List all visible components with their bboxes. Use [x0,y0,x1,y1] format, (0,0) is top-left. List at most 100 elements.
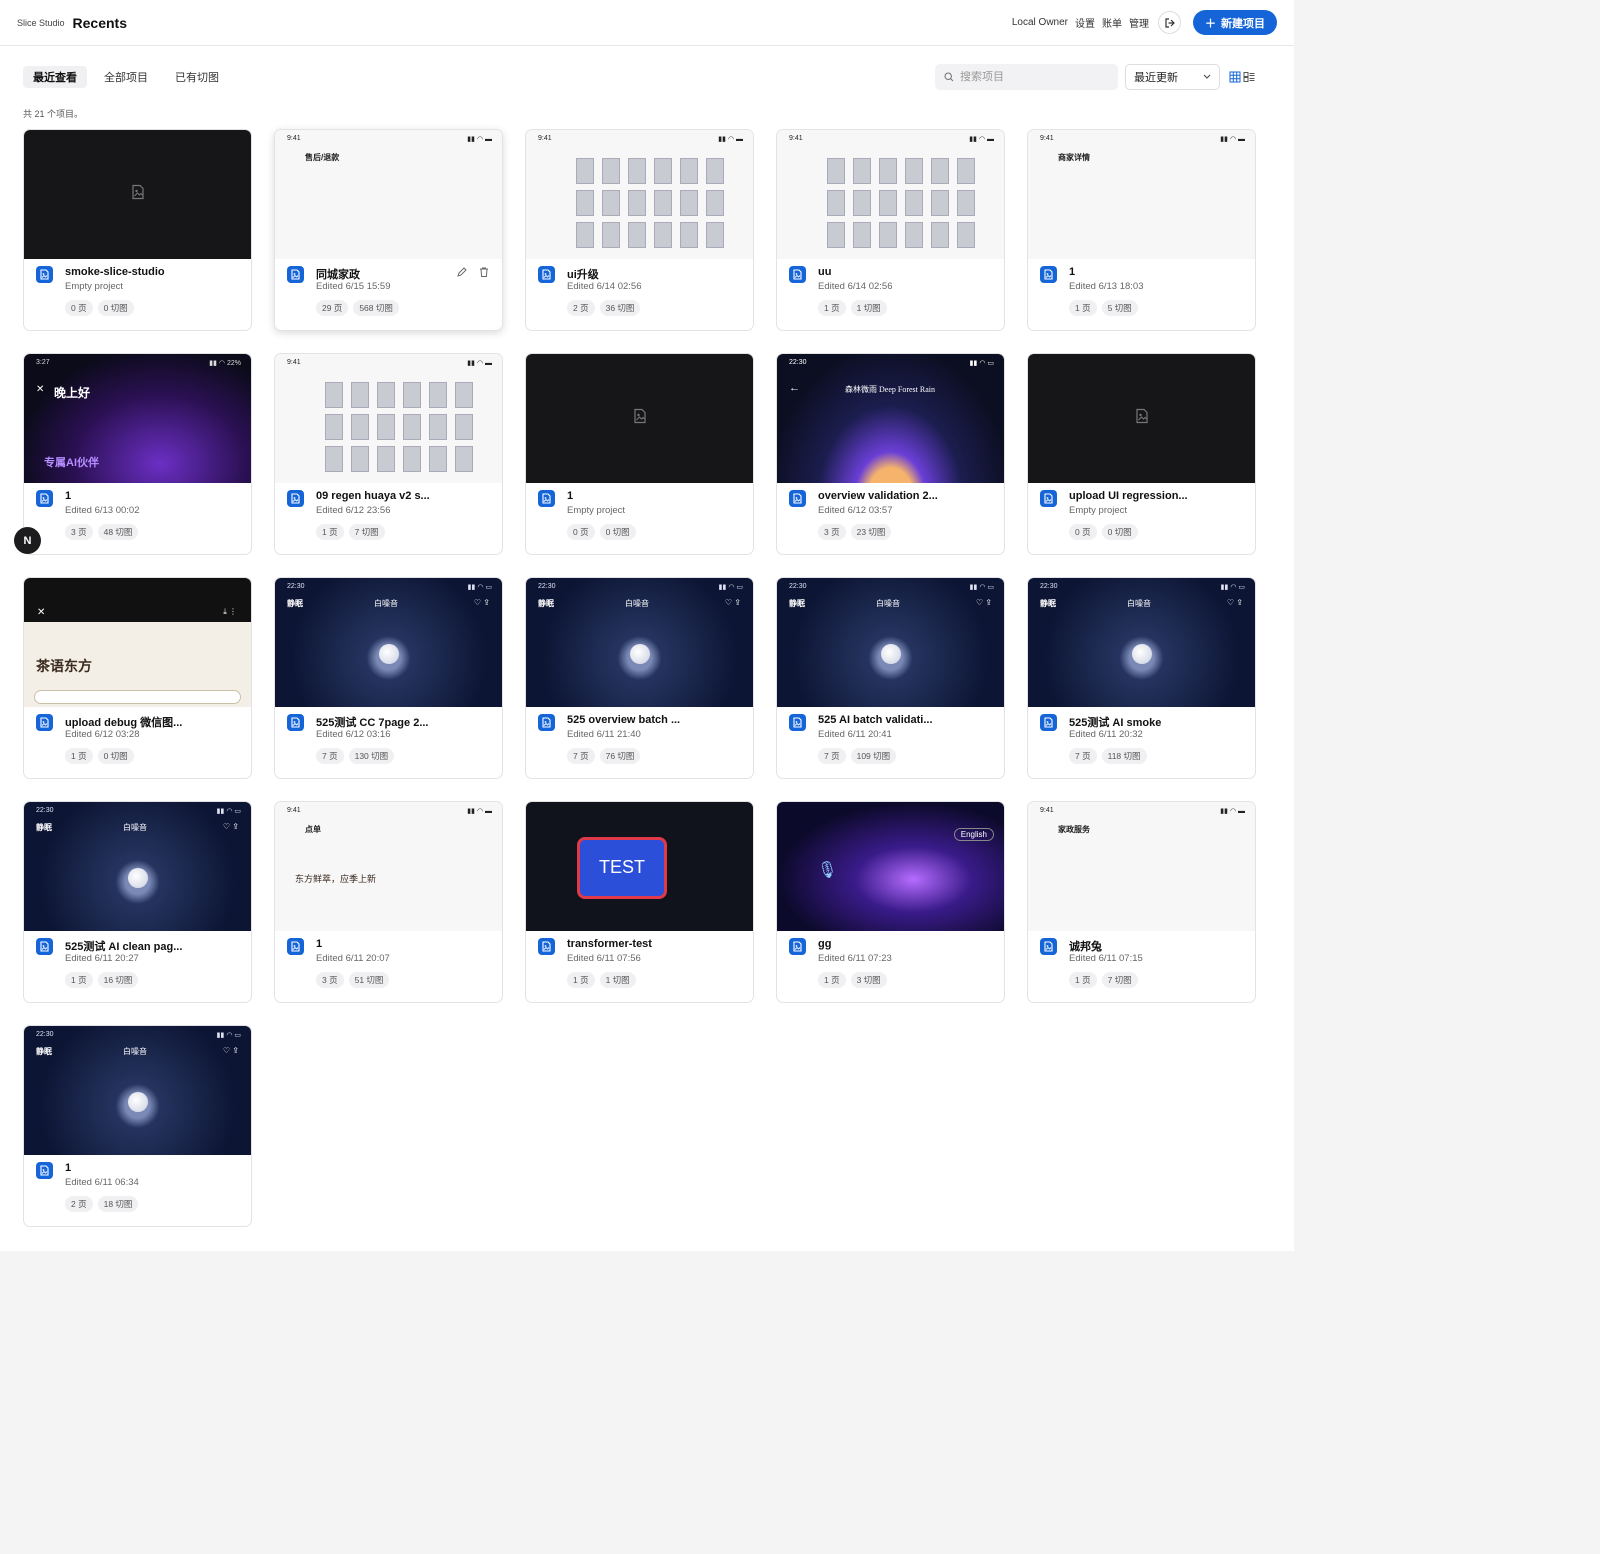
project-file-icon [789,714,806,731]
thumb-tile [853,222,871,248]
project-card[interactable]: English 🎙 gg Edited 6/11 07:23 1 页3 切图 [776,801,1005,1003]
image-placeholder-icon [632,408,648,429]
list-view-icon[interactable] [1243,71,1255,83]
heart-icon: ♡ ⇪ [1226,598,1243,607]
tab-recent[interactable]: 最近查看 [23,66,87,88]
page-count-badge: 29 页 [316,300,349,316]
user-name[interactable]: Local Owner [1012,17,1068,28]
thumbnail: 9:41 ▮▮ ◠ ▬ [275,354,502,483]
view-toggle [1227,64,1257,90]
project-card[interactable]: 9:41 ▮▮ ◠ ▬ 家政服务 诚邦兔 Edited 6/11 07:15 1 页7 切… [1027,801,1256,1003]
trash-icon[interactable] [478,266,490,278]
thumb-tile [654,222,672,248]
thumb-tile [827,222,845,248]
project-name: smoke-slice-studio [65,266,165,278]
thumb-tile [706,222,724,248]
thumbnail: 9:41 ▮▮ ◠ ▬ 商家详情 [1028,130,1255,259]
slice-count-badge: 36 切图 [599,300,641,316]
project-name: upload UI regression... [1069,490,1188,502]
thumb-tile [628,190,646,216]
floating-n-button[interactable]: N [14,527,41,554]
project-stats: 0 页0 切图 [65,300,134,316]
slice-count-badge: 5 切图 [1101,300,1138,316]
thumbnail: 9:41 ▮▮ ◠ ▬ [526,130,753,259]
top-bar: Slice Studio Recents Local Owner 设置 账单 管… [0,0,1294,46]
project-card[interactable]: 1 Empty project 0 页0 切图 [525,353,754,555]
settings-link[interactable]: 设置 [1075,15,1095,30]
page-count-badge: 2 页 [65,1196,93,1212]
thumb-tile [351,382,369,408]
moon-graphic [128,1092,148,1112]
status-time: 9:41 [538,135,552,142]
thumbnail-empty [526,354,753,483]
tab-has-slices[interactable]: 已有切图 [165,66,229,88]
thumb-tile [576,158,594,184]
project-edited: Edited 6/11 06:34 [65,1177,139,1188]
project-stats: 7 页 130 切图 [316,748,395,764]
grid-view-icon[interactable] [1229,71,1241,83]
search-box[interactable] [935,64,1118,90]
admin-link[interactable]: 管理 [1129,15,1149,30]
slice-count-badge: 130 切图 [348,748,395,764]
slice-count-badge: 18 切图 [97,1196,139,1212]
project-name: 1 [65,1162,72,1174]
project-card[interactable]: 22:30 ▮▮ ◠ ▭ 静眠 白噪音 ♡ ⇪ 525 AI batch validati… [776,577,1005,779]
project-card[interactable]: smoke-slice-studio Empty project 0 页0 切图 [23,129,252,331]
project-card[interactable]: 9:41 ▮▮ ◠ ▬ ui升级 Edited 6/14 02:56 2 页 36 切图 [525,129,754,331]
heart-icon: ♡ ⇪ [222,822,239,831]
thumb-tile [576,190,594,216]
thumb-tile [680,158,698,184]
project-stats: 1 页5 切图 [1069,300,1138,316]
download-icon: ⤓ ⋮ [223,607,237,616]
moon-label: 静眠 [1040,599,1056,608]
project-stats: 7 页 76 切图 [567,748,641,764]
status-icons: ▮▮ ◠ ▭ [1220,584,1245,591]
page-count-badge: 0 页 [65,300,93,316]
thumb-tile [403,446,421,472]
thumb-title: 茶语东方 [36,659,92,675]
thumbnail: 22:30 ▮▮ ◠ ▭ ← 森林微雨 Deep Forest Rain [777,354,1004,483]
project-card[interactable]: 9:41 ▮▮ ◠ ▬ uu Edited 6/14 02:56 1 页1 切图 [776,129,1005,331]
sort-select[interactable]: 最近更新 [1125,64,1220,90]
project-card[interactable]: 9:41 ▮▮ ◠ ▬ 商家详情 1 Edited 6/13 18:03 1 页5 切图 [1027,129,1256,331]
thumb-tile [905,222,923,248]
project-edited: Edited 6/12 23:56 [316,505,391,516]
project-card[interactable]: 22:30 ▮▮ ◠ ▭ 静眠 白噪音 ♡ ⇪ 525测试 CC 7page 2... Ed… [274,577,503,779]
project-card[interactable]: 22:30 ▮▮ ◠ ▭ 静眠 白噪音 ♡ ⇪ 1 Edited 6/11 06:34 2 页… [23,1025,252,1227]
project-stats: 2 页 36 切图 [567,300,641,316]
tab-all-projects[interactable]: 全部项目 [94,66,158,88]
edit-icon[interactable] [456,266,468,278]
project-edited: Edited 6/11 07:56 [567,953,641,964]
thumb-title: 售后/退款 [305,153,340,162]
project-edited: Edited 6/14 02:56 [567,281,642,292]
project-file-icon [36,714,53,731]
project-card[interactable]: 9:41 ▮▮ ◠ ▬ 09 regen huaya v2 s... Edited 6… [274,353,503,555]
status-icons: ▮▮ ◠ ▭ [969,360,994,367]
project-card[interactable]: 22:30 ▮▮ ◠ ▭ 静眠 白噪音 ♡ ⇪ 525测试 AI clean pag...… [23,801,252,1003]
slice-count-badge: 568 切图 [353,300,399,316]
project-card[interactable]: 22:30 ▮▮ ◠ ▭ ← 森林微雨 Deep Forest Rain overvie… [776,353,1005,555]
thumb-tile [680,190,698,216]
project-name: transformer-test [567,938,652,950]
project-card[interactable]: ✕ ⤓ ⋮ 茶语东方 upload debug 微信图... Edited 6/12 0… [23,577,252,779]
status-icons: ▮▮ ◠ ▭ [718,584,743,591]
project-file-icon [1040,938,1057,955]
logout-button[interactable] [1158,11,1181,34]
project-card[interactable]: 22:30 ▮▮ ◠ ▭ 静眠 白噪音 ♡ ⇪ 525 overview batch ..… [525,577,754,779]
billing-link[interactable]: 账单 [1102,15,1122,30]
thumb-tile [957,158,975,184]
project-card[interactable]: 9:41 ▮▮ ◠ ▬ 点单 东方鲜萃，应季上新 1 Edited 6/11 20:07 3… [274,801,503,1003]
thumb-tile [879,222,897,248]
new-project-label: 新建项目 [1221,17,1265,30]
new-project-button[interactable]: ＋ 新建项目 [1193,10,1277,35]
project-name: 525 overview batch ... [567,714,681,726]
search-input[interactable] [960,71,1100,83]
page-count-badge: 7 页 [567,748,595,764]
project-card[interactable]: 22:30 ▮▮ ◠ ▭ 静眠 白噪音 ♡ ⇪ 525测试 AI smoke Edited … [1027,577,1256,779]
project-card[interactable]: TEST transformer-test Edited 6/11 07:56 1 页… [525,801,754,1003]
project-edited: Edited 6/13 18:03 [1069,281,1144,292]
project-card[interactable]: 9:41 ▮▮ ◠ ▬ 售后/退款 同城家政 Edited 6/15 15:59 29 页… [274,129,503,331]
project-card[interactable]: 3:27 ▮▮ ◠ 22% ✕ 晚上好 专属AI伙伴 1 Edited 6/13 00:02… [23,353,252,555]
project-edited: Edited 6/13 00:02 [65,505,140,516]
project-card[interactable]: upload UI regression... Empty project 0 页0… [1027,353,1256,555]
